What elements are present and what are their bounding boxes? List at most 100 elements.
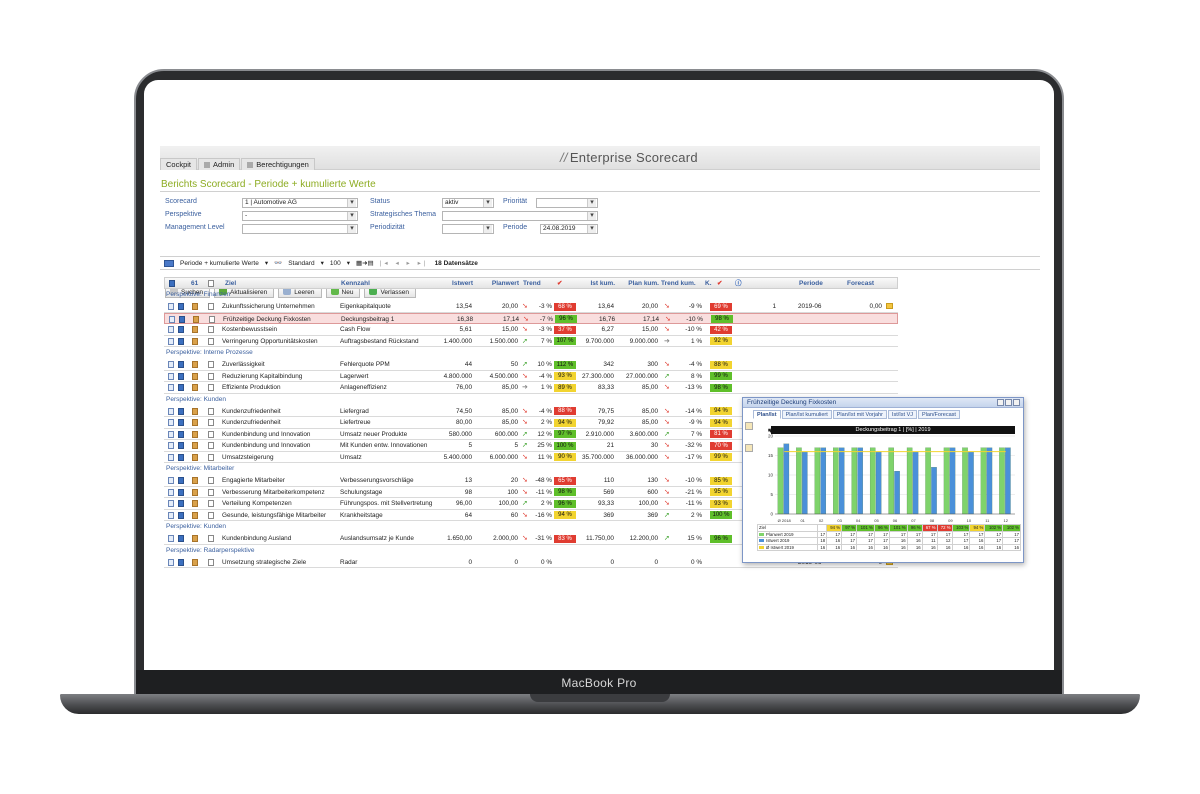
people-icon[interactable] (192, 361, 198, 368)
chart-icon[interactable] (178, 430, 184, 438)
tab-plan-forecast[interactable]: Plan/Forecast (918, 410, 960, 419)
edit-icon[interactable] (168, 511, 174, 519)
chart-icon[interactable] (178, 303, 184, 310)
tab-ist-ist-vj[interactable]: Ist/Ist VJ (887, 410, 918, 419)
pagination-nav[interactable]: |◂ ◂ ▸ ▸| (380, 259, 429, 267)
view-select[interactable]: Periode + kumulierte Werte (180, 260, 259, 267)
tab-plan-ist[interactable]: Plan/Ist (753, 410, 781, 419)
edit-icon[interactable] (168, 407, 174, 415)
planwert-header[interactable]: Planwert (479, 278, 519, 290)
edit-icon[interactable] (168, 384, 174, 391)
edit-icon[interactable] (168, 361, 174, 368)
document-icon[interactable] (208, 500, 214, 507)
document-icon[interactable] (208, 488, 214, 496)
people-icon[interactable] (192, 511, 198, 519)
tab-admin[interactable]: Admin (198, 158, 241, 170)
edit-icon[interactable] (168, 500, 174, 507)
edit-icon[interactable] (168, 442, 174, 449)
tab-cockpit[interactable]: Cockpit (160, 158, 198, 170)
scorecard-select[interactable]: 1 | Automotive AG (242, 198, 358, 208)
people-icon[interactable] (192, 535, 198, 542)
table-row[interactable]: Frühzeitige Deckung Fixkosten Deckungsbei… (164, 312, 898, 324)
k-header[interactable]: K. (705, 278, 712, 290)
people-icon[interactable] (192, 453, 198, 461)
document-icon[interactable] (208, 511, 214, 519)
people-icon[interactable] (192, 384, 198, 391)
chart-icon[interactable] (178, 500, 184, 507)
people-icon[interactable] (192, 500, 198, 507)
status-select[interactable]: aktiv (442, 198, 494, 208)
chart-icon[interactable] (178, 442, 184, 449)
chart-icon[interactable] (179, 315, 185, 323)
document-icon[interactable] (208, 430, 214, 438)
standard-select[interactable]: Standard (288, 260, 314, 267)
edit-icon[interactable] (169, 315, 175, 323)
chart-icon[interactable] (178, 477, 184, 484)
document-icon[interactable] (208, 558, 214, 566)
edit-icon[interactable] (168, 326, 174, 333)
notes-icon[interactable] (745, 444, 753, 452)
document-icon[interactable] (208, 407, 214, 415)
trend-kum-header[interactable]: Trend kum. (661, 278, 696, 290)
edit-icon[interactable] (168, 558, 174, 566)
document-icon[interactable] (208, 326, 214, 333)
document-icon[interactable] (209, 315, 215, 323)
people-icon[interactable] (192, 372, 198, 380)
close-icon[interactable] (1013, 399, 1020, 406)
people-icon[interactable] (192, 558, 198, 566)
edit-icon[interactable] (168, 477, 174, 484)
periodizitat-select[interactable] (442, 224, 494, 234)
edit-icon[interactable] (168, 488, 174, 496)
export-icon[interactable]: ▦➜▤ (356, 259, 374, 267)
periode-header[interactable]: Periode (799, 278, 823, 290)
chart-icon[interactable] (178, 419, 184, 426)
table-row[interactable]: Zukunftssicherung Unternehmen Eigenkapita… (164, 301, 898, 313)
edit-icon[interactable] (168, 372, 174, 380)
perspektive-select[interactable]: - (242, 211, 358, 221)
chart-icon[interactable] (178, 453, 184, 461)
tab-plan-ist-vorjahr[interactable]: Plan/Ist mit Vorjahr (832, 410, 887, 419)
kennzahl-header[interactable]: Kennzahl (341, 278, 370, 290)
page-size-select[interactable]: 100 (330, 260, 341, 267)
table-row[interactable]: Reduzierung Kapitalbindung Lagerwert 4.800… (164, 371, 898, 382)
forecast-header[interactable]: Forecast (847, 278, 874, 290)
ist-kum-header[interactable]: Ist kum. (575, 278, 615, 290)
people-icon[interactable] (192, 419, 198, 426)
people-icon[interactable] (192, 430, 198, 438)
people-icon[interactable] (193, 315, 199, 323)
tab-berechtigungen[interactable]: Berechtigungen (241, 158, 315, 170)
management-level-select[interactable] (242, 224, 358, 234)
document-icon[interactable] (208, 384, 214, 391)
periode-date-input[interactable]: 24.08.2019 (540, 224, 598, 234)
edit-icon[interactable] (168, 535, 174, 542)
people-icon[interactable] (192, 303, 198, 310)
edit-icon[interactable] (168, 303, 174, 310)
table-row[interactable]: Verringerung Opportunitätskosten Auftrags… (164, 336, 898, 347)
plan-kum-header[interactable]: Plan kum. (617, 278, 659, 290)
ziel-header[interactable]: Ziel (225, 278, 236, 290)
note-icon[interactable] (886, 303, 893, 309)
people-icon[interactable] (192, 442, 198, 449)
chart-icon[interactable] (178, 535, 184, 542)
people-icon[interactable] (192, 477, 198, 484)
people-icon[interactable] (192, 488, 198, 496)
prioritat-select[interactable] (536, 198, 598, 208)
chart-icon[interactable] (178, 372, 184, 380)
document-icon[interactable] (208, 372, 214, 380)
chart-icon[interactable] (178, 407, 184, 415)
chart-icon[interactable] (178, 511, 184, 519)
document-icon[interactable] (208, 442, 214, 449)
tab-plan-ist-kumuliert[interactable]: Plan/Ist kumuliert (781, 410, 832, 419)
report-icon[interactable] (745, 422, 753, 430)
document-icon[interactable] (208, 477, 214, 484)
maximize-icon[interactable] (1005, 399, 1012, 406)
document-icon[interactable] (208, 453, 214, 461)
popup-title-bar[interactable]: Frühzeitige Deckung Fixkosten (743, 398, 1023, 408)
chart-icon[interactable] (178, 361, 184, 368)
people-icon[interactable] (192, 337, 198, 345)
people-icon[interactable] (192, 326, 198, 333)
chart-icon[interactable] (178, 337, 184, 345)
edit-icon[interactable] (168, 337, 174, 345)
chart-icon[interactable] (178, 326, 184, 333)
istwert-header[interactable]: Istwert (439, 278, 473, 290)
